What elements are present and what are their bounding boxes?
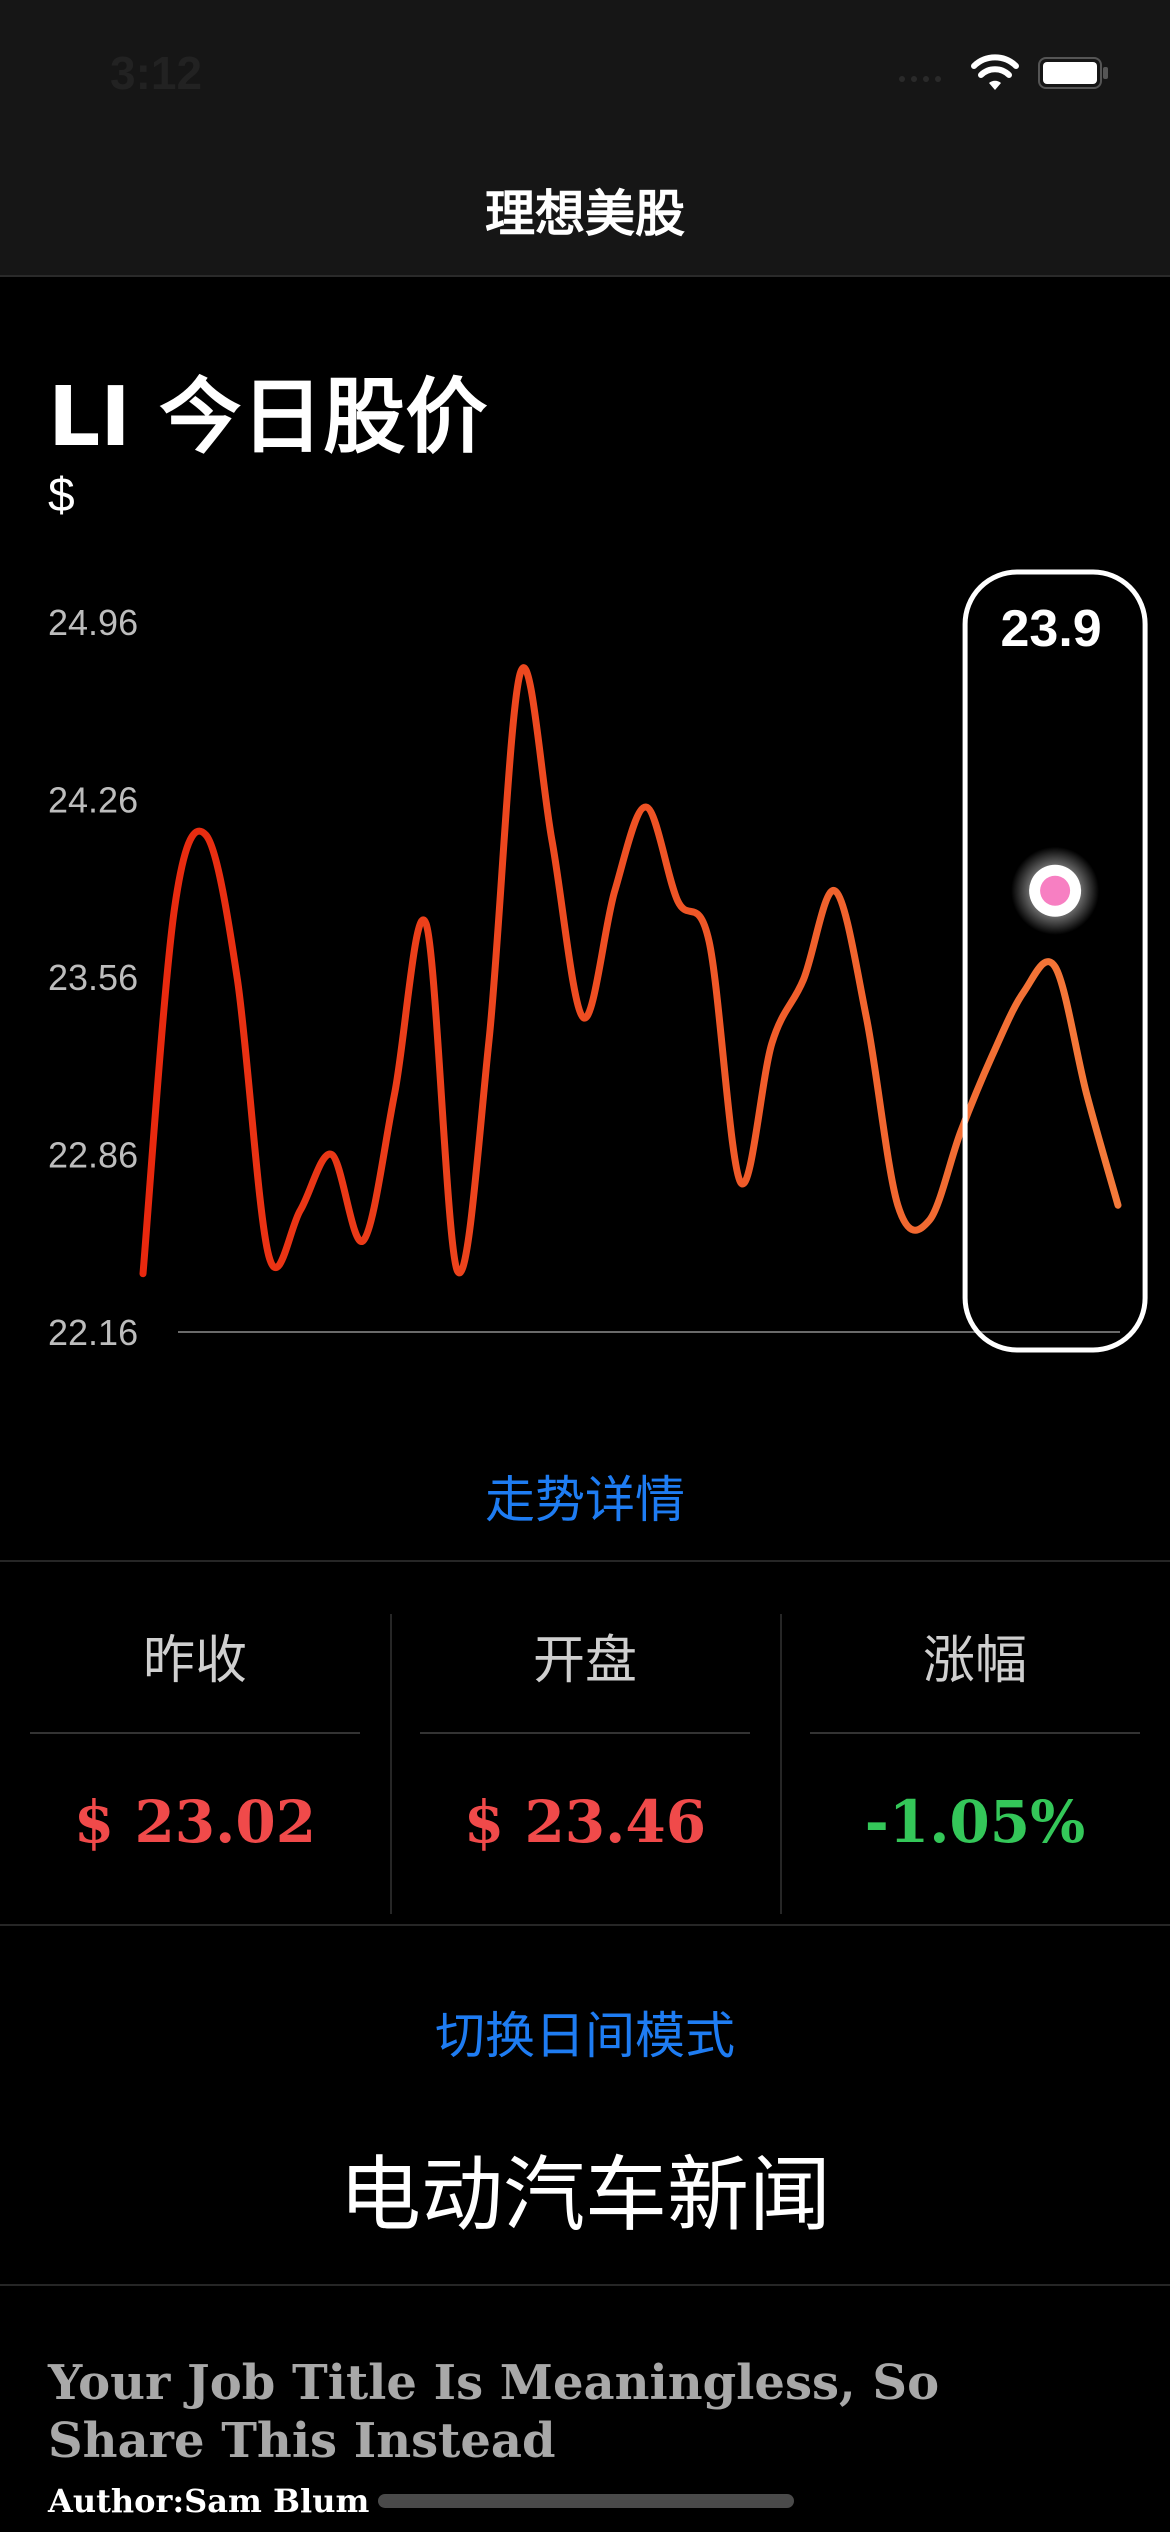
status-time: 3:12: [110, 47, 203, 99]
stat-value: $ 23.02: [73, 1788, 317, 1856]
chart-svg[interactable]: 24.96 24.26 23.56 22.86 22.16 23.9: [0, 560, 1170, 1360]
stat-label: 涨幅: [922, 1631, 1027, 1691]
home-indicator[interactable]: [378, 2494, 794, 2508]
status-icons: [896, 54, 1110, 96]
cellular-signal-icon: [896, 63, 952, 87]
stat-value: $ 23.46: [463, 1788, 707, 1856]
y-tick-label: 24.96: [48, 602, 138, 643]
battery-icon: [1038, 55, 1110, 95]
wifi-icon: [970, 54, 1020, 96]
divider: [0, 1924, 1170, 1926]
news-article-author: Author:Sam Blum: [48, 2482, 370, 2520]
y-tick-label: 24.26: [48, 780, 138, 821]
trend-details-link[interactable]: 走势详情: [0, 1460, 1170, 1532]
selected-point-marker[interactable]: [1040, 875, 1071, 906]
stat-rule: [420, 1732, 750, 1734]
nav-title: 理想美股: [485, 185, 685, 243]
status-bar: 3:12: [0, 0, 1170, 150]
y-tick-label: 22.86: [48, 1135, 138, 1176]
currency-symbol: $: [48, 469, 75, 522]
stat-previous-close: 昨收 $ 23.02: [0, 1562, 390, 1922]
stats-panel: 昨收 $ 23.02 开盘 $ 23.46 涨幅 -1.05%: [0, 1562, 1170, 1922]
stat-rule: [810, 1732, 1140, 1734]
toggle-day-mode-button[interactable]: 切换日间模式: [0, 1996, 1170, 2068]
selected-point-highlight[interactable]: [962, 569, 1148, 1353]
divider: [0, 2284, 1170, 2286]
y-axis-ticks: 24.96 24.26 23.56 22.86 22.16: [48, 602, 138, 1353]
news-section-title: 电动汽车新闻: [338, 2148, 831, 2243]
stock-price-chart[interactable]: 24.96 24.26 23.56 22.86 22.16 23.9: [0, 560, 1170, 1360]
nav-bar: 理想美股: [0, 150, 1170, 277]
stat-change: 涨幅 -1.05%: [780, 1562, 1170, 1922]
news-article-title[interactable]: Your Job Title Is Meaningless, So Share …: [48, 2354, 1088, 2470]
stat-rule: [30, 1732, 360, 1734]
stat-open: 开盘 $ 23.46: [390, 1562, 780, 1922]
stat-label: 开盘: [532, 1631, 637, 1691]
page-title: LI 今日股价: [48, 370, 488, 465]
price-line: [139, 664, 1122, 1278]
stat-value: -1.05%: [864, 1788, 1086, 1856]
y-tick-label: 22.16: [48, 1312, 138, 1353]
y-tick-label: 23.56: [48, 957, 138, 998]
stat-label: 昨收: [142, 1631, 247, 1691]
selected-point-value: 23.9: [1000, 600, 1101, 658]
